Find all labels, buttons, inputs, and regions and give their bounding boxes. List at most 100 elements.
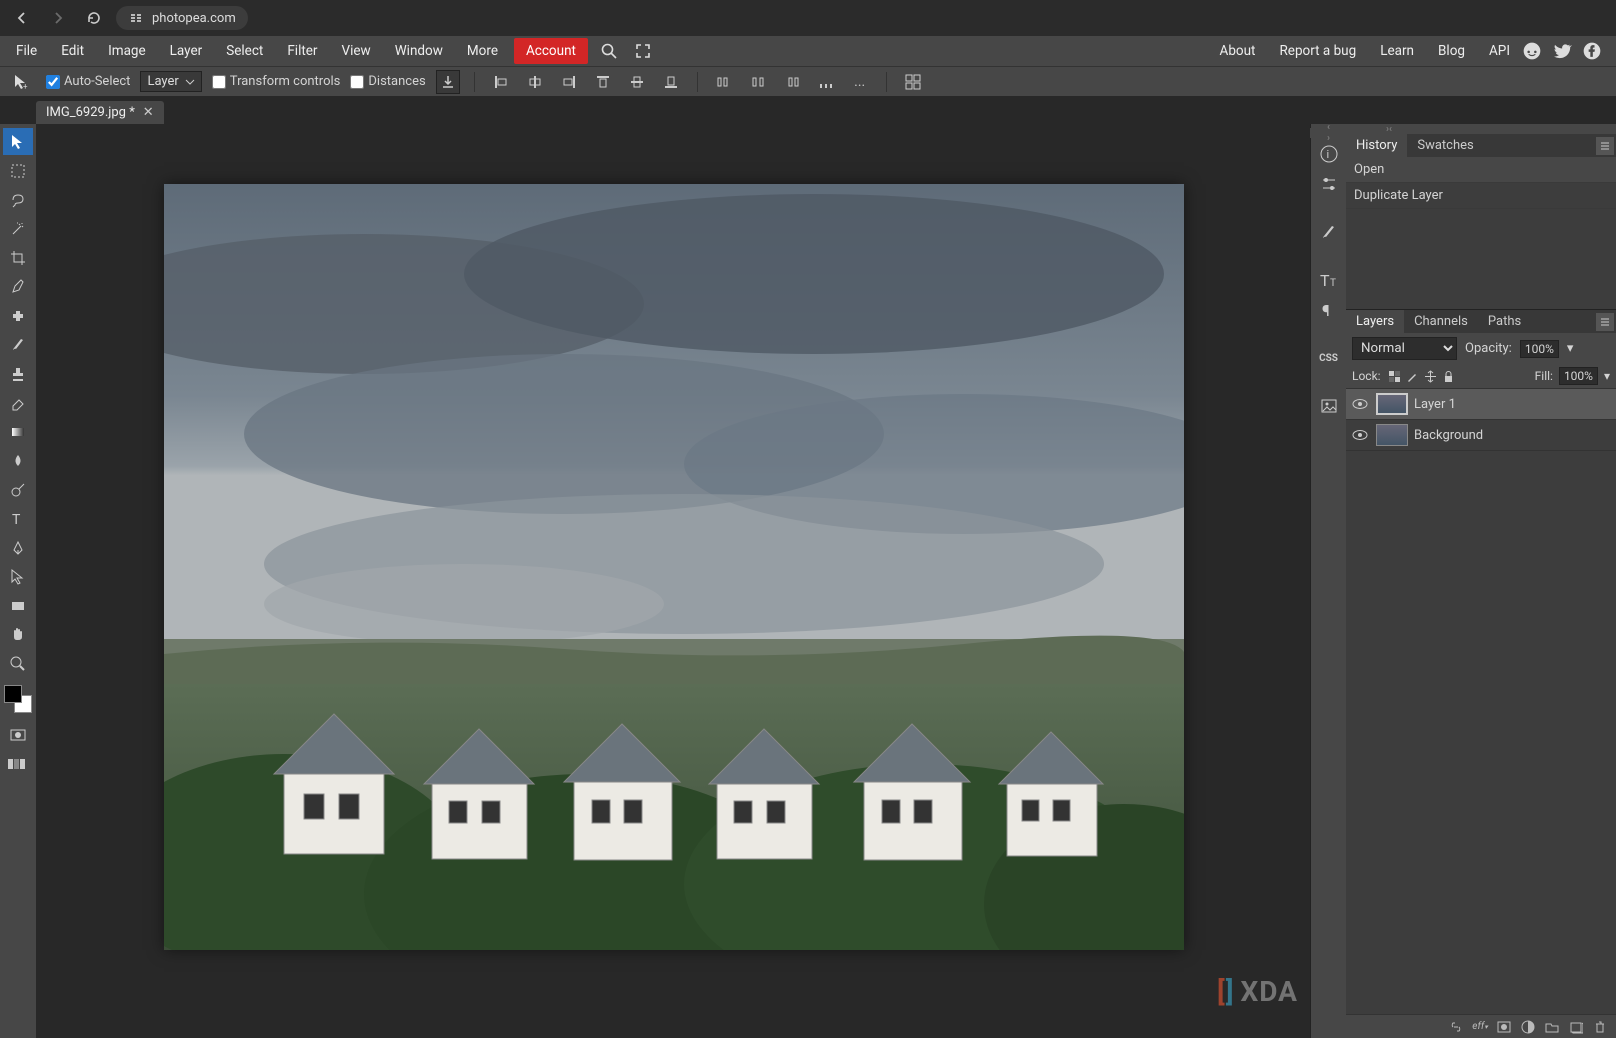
close-tab-icon[interactable]: ✕	[143, 105, 154, 120]
reddit-icon[interactable]	[1522, 41, 1542, 61]
more-options-icon[interactable]: ...	[848, 70, 872, 94]
history-item[interactable]: Open	[1346, 157, 1616, 183]
info-panel-icon[interactable]: i	[1313, 140, 1345, 168]
tab-history[interactable]: History	[1346, 134, 1407, 157]
history-item[interactable]: Duplicate Layer	[1346, 183, 1616, 209]
layers-panel-menu-icon[interactable]	[1596, 313, 1614, 331]
lock-position-icon[interactable]	[1423, 369, 1438, 384]
wand-tool[interactable]	[3, 215, 33, 242]
layer-mask-icon[interactable]	[1496, 1019, 1512, 1035]
lock-all-icon[interactable]	[1441, 369, 1456, 384]
history-panel-menu-icon[interactable]	[1596, 137, 1614, 155]
forward-button[interactable]	[44, 4, 72, 32]
link-report-bug[interactable]: Report a bug	[1267, 38, 1368, 64]
distances-checkbox[interactable]: Distances	[350, 74, 425, 89]
move-tool[interactable]	[3, 128, 33, 155]
character-panel-icon[interactable]: TT	[1313, 266, 1345, 294]
panel-handle-icon[interactable]: ›‹	[1386, 124, 1392, 135]
tab-swatches[interactable]: Swatches	[1407, 134, 1483, 157]
menu-file[interactable]: File	[4, 38, 49, 64]
align-left-icon[interactable]	[489, 70, 513, 94]
layer-row[interactable]: Layer 1	[1346, 389, 1616, 420]
link-learn[interactable]: Learn	[1368, 38, 1426, 64]
distribute-spacing-icon[interactable]	[814, 70, 838, 94]
transform-controls-checkbox[interactable]: Transform controls	[212, 74, 341, 89]
eyedropper-tool[interactable]	[3, 273, 33, 300]
paragraph-panel-icon[interactable]: ¶	[1313, 296, 1345, 324]
tab-channels[interactable]: Channels	[1404, 310, 1478, 333]
tab-layers[interactable]: Layers	[1346, 310, 1404, 333]
adjustments-panel-icon[interactable]	[1313, 170, 1345, 198]
adjustment-layer-icon[interactable]	[1520, 1019, 1536, 1035]
grid-view-icon[interactable]	[901, 70, 925, 94]
link-blog[interactable]: Blog	[1426, 38, 1477, 64]
image-panel-icon[interactable]	[1313, 392, 1345, 420]
align-right-icon[interactable]	[557, 70, 581, 94]
dodge-tool[interactable]	[3, 476, 33, 503]
reload-button[interactable]	[80, 4, 108, 32]
layer-group-select[interactable]: Layer	[140, 71, 201, 92]
opacity-dropdown-icon[interactable]: ▾	[1567, 341, 1574, 356]
link-api[interactable]: API	[1477, 38, 1522, 64]
menu-filter[interactable]: Filter	[275, 38, 329, 64]
distribute-right-icon[interactable]	[780, 70, 804, 94]
back-button[interactable]	[8, 4, 36, 32]
path-select-tool[interactable]	[3, 563, 33, 590]
pen-tool[interactable]	[3, 534, 33, 561]
canvas-area[interactable]: [] XDA	[36, 124, 1310, 1038]
menu-account[interactable]: Account	[514, 38, 588, 64]
delete-layer-icon[interactable]	[1592, 1019, 1608, 1035]
document-tab[interactable]: IMG_6929.jpg * ✕	[36, 101, 164, 124]
eraser-tool[interactable]	[3, 389, 33, 416]
shape-tool[interactable]	[3, 592, 33, 619]
blur-tool[interactable]	[3, 447, 33, 474]
hand-tool[interactable]	[3, 621, 33, 648]
brush-tool[interactable]	[3, 331, 33, 358]
blend-mode-select[interactable]: Normal	[1352, 337, 1457, 360]
type-tool[interactable]: T	[3, 505, 33, 532]
stamp-tool[interactable]	[3, 360, 33, 387]
url-bar[interactable]: photopea.com	[116, 6, 248, 30]
site-settings-icon[interactable]	[128, 10, 144, 26]
menu-window[interactable]: Window	[383, 38, 455, 64]
opacity-value[interactable]: 100%	[1520, 340, 1559, 358]
marquee-tool[interactable]	[3, 157, 33, 184]
lock-brush-icon[interactable]	[1405, 369, 1420, 384]
download-icon[interactable]	[436, 70, 460, 94]
align-top-icon[interactable]	[591, 70, 615, 94]
link-about[interactable]: About	[1208, 38, 1268, 64]
menu-edit[interactable]: Edit	[49, 38, 96, 64]
new-folder-icon[interactable]	[1544, 1019, 1560, 1035]
gradient-tool[interactable]	[3, 418, 33, 445]
link-layers-icon[interactable]	[1448, 1019, 1464, 1035]
auto-select-checkbox[interactable]: Auto-Select	[46, 74, 130, 89]
zoom-tool[interactable]	[3, 650, 33, 677]
distribute-left-icon[interactable]	[712, 70, 736, 94]
fill-value[interactable]: 100%	[1559, 367, 1598, 385]
brush-panel-icon[interactable]	[1313, 218, 1345, 246]
distribute-center-icon[interactable]	[746, 70, 770, 94]
search-icon[interactable]	[592, 38, 626, 64]
layer-effects-icon[interactable]: eff▾	[1472, 1019, 1488, 1035]
healing-tool[interactable]	[3, 302, 33, 329]
twitter-icon[interactable]	[1552, 41, 1572, 61]
fill-dropdown-icon[interactable]: ▾	[1604, 369, 1610, 383]
layer-row[interactable]: Background	[1346, 420, 1616, 451]
menu-image[interactable]: Image	[96, 38, 158, 64]
lasso-tool[interactable]	[3, 186, 33, 213]
layer-visibility-icon[interactable]	[1352, 429, 1370, 441]
color-swatches[interactable]	[4, 685, 32, 713]
menu-more[interactable]: More	[455, 38, 510, 64]
align-bottom-icon[interactable]	[659, 70, 683, 94]
move-tool-indicator[interactable]: +	[6, 68, 36, 95]
fullscreen-icon[interactable]	[626, 38, 660, 64]
css-panel-icon[interactable]: CSS	[1313, 344, 1345, 372]
crop-tool[interactable]	[3, 244, 33, 271]
lock-pixels-icon[interactable]	[1387, 369, 1402, 384]
toggle-panels-icon[interactable]	[3, 750, 33, 777]
new-layer-icon[interactable]	[1568, 1019, 1584, 1035]
facebook-icon[interactable]	[1582, 41, 1602, 61]
layer-visibility-icon[interactable]	[1352, 398, 1370, 410]
quick-mask-icon[interactable]	[3, 721, 33, 748]
foreground-color[interactable]	[4, 685, 22, 703]
